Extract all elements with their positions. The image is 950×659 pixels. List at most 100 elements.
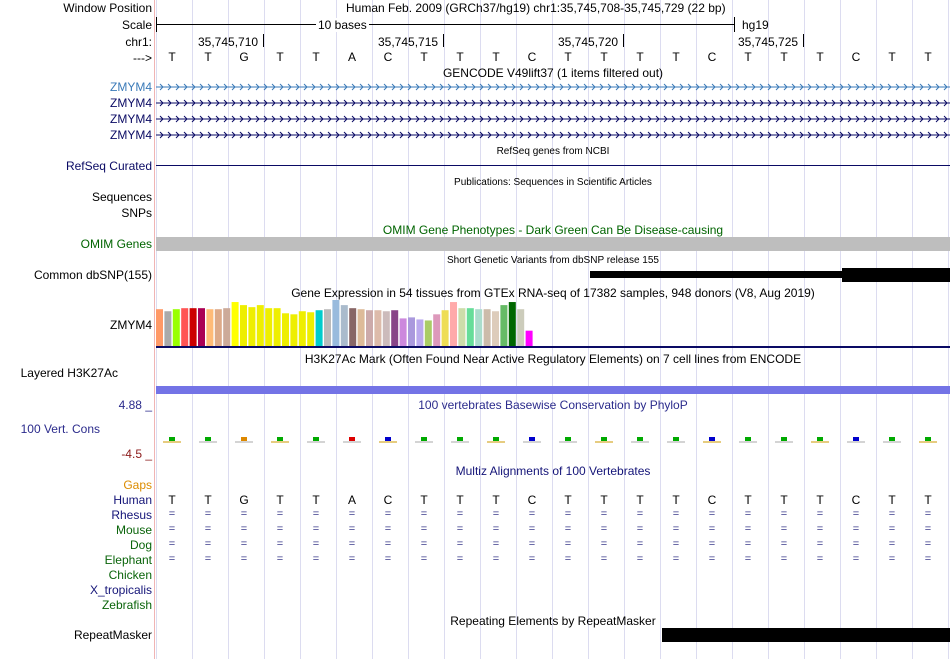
multiz-match: = — [312, 538, 320, 550]
gtex-tissue-bar — [332, 300, 340, 346]
refseq-label[interactable]: RefSeq Curated — [66, 159, 152, 173]
multiz-match: = — [204, 508, 212, 520]
multiz-match: = — [240, 508, 248, 520]
phylop-base-mark — [745, 437, 751, 441]
species-label[interactable]: X_tropicalis — [90, 583, 152, 597]
multiz-human-base: T — [636, 493, 644, 507]
phylop-base-mark — [781, 437, 787, 441]
coord-tick — [443, 34, 444, 47]
gtex-tissue-bar — [382, 311, 390, 346]
multiz-match: = — [852, 553, 860, 565]
multiz-match: = — [888, 523, 896, 535]
multiz-match: = — [456, 538, 464, 550]
multiz-match: = — [780, 553, 788, 565]
multiz-title: Multiz Alignments of 100 Vertebrates — [455, 464, 651, 478]
multiz-match: = — [636, 553, 644, 565]
gtex-tissue-bar — [240, 305, 247, 346]
multiz-match: = — [924, 523, 932, 535]
dbsnp-variant-bar[interactable] — [590, 271, 846, 278]
gtex-tissue-bar — [231, 302, 239, 346]
gencode-gene-label[interactable]: ZMYM4 — [110, 96, 152, 110]
multiz-match: = — [744, 508, 752, 520]
phylop-base-mark — [889, 437, 895, 441]
base-letter: T — [456, 50, 464, 64]
species-label[interactable]: Human — [113, 493, 152, 507]
species-label[interactable]: Chicken — [109, 568, 152, 582]
repeatmasker-block[interactable] — [662, 628, 950, 642]
multiz-match: = — [816, 523, 824, 535]
multiz-match: = — [780, 538, 788, 550]
coord-label: 35,745,720 — [558, 35, 619, 49]
multiz-human-base: T — [924, 493, 932, 507]
species-label[interactable]: Zebrafish — [102, 598, 152, 612]
dbsnp-label[interactable]: Common dbSNP(155) — [34, 268, 152, 282]
refseq-title: RefSeq genes from NCBI — [496, 146, 610, 157]
multiz-match: = — [384, 523, 392, 535]
gtex-tissue-bar — [450, 302, 457, 346]
phylop-min: -4.5 _ — [121, 447, 152, 461]
sequences-label[interactable]: Sequences — [92, 190, 152, 204]
repeatmasker-label[interactable]: RepeatMasker — [74, 628, 152, 642]
multiz-human-base: T — [168, 493, 176, 507]
dbsnp-title: Short Genetic Variants from dbSNP releas… — [447, 255, 659, 266]
gencode-transcripts[interactable] — [156, 80, 950, 140]
species-label[interactable]: Mouse — [116, 523, 152, 537]
gtex-tissue-bar — [298, 311, 306, 346]
gtex-tissue-bar — [206, 309, 214, 346]
scale-bar — [156, 24, 734, 25]
phylop-base-mark — [349, 437, 355, 441]
multiz-match: = — [456, 553, 464, 565]
phylop-base-mark — [421, 437, 427, 441]
gencode-title: GENCODE V49lift37 (1 items filtered out) — [442, 66, 664, 80]
multiz-match: = — [420, 508, 428, 520]
gaps-label: Gaps — [123, 478, 152, 492]
coord-label: 35,745,725 — [738, 35, 799, 49]
multiz-human-base: C — [527, 493, 537, 507]
phylop-logo[interactable] — [156, 428, 950, 450]
strand-label[interactable]: ---> — [133, 51, 152, 65]
snps-label[interactable]: SNPs — [121, 206, 152, 220]
gtex-chart[interactable] — [156, 298, 950, 350]
phylop-label[interactable]: 100 Vert. Cons — [21, 422, 100, 436]
base-letter: C — [383, 50, 393, 64]
chrom-label[interactable]: chr1: — [125, 35, 152, 49]
window-position-label[interactable]: Window Position — [63, 1, 152, 15]
multiz-match: = — [420, 538, 428, 550]
multiz-match: = — [276, 538, 284, 550]
refseq-gene-line[interactable] — [156, 165, 950, 166]
gtex-label[interactable]: ZMYM4 — [110, 318, 152, 332]
gencode-gene-label[interactable]: ZMYM4 — [110, 80, 152, 94]
multiz-match: = — [708, 538, 716, 550]
dbsnp-variant-block[interactable] — [842, 268, 950, 282]
base-letter: T — [564, 50, 572, 64]
species-label[interactable]: Rhesus — [111, 508, 152, 522]
phylop-base-mark — [637, 437, 643, 441]
multiz-match: = — [816, 553, 824, 565]
track-area[interactable]: Human Feb. 2009 (GRCh37/hg19) chr1:35,74… — [156, 0, 950, 659]
omim-gene-bar[interactable] — [156, 237, 950, 251]
gtex-tissue-bar — [466, 308, 474, 346]
scale-text: 10 bases — [316, 18, 369, 32]
scale-label[interactable]: Scale — [122, 18, 152, 32]
gencode-gene-label[interactable]: ZMYM4 — [110, 112, 152, 126]
repeatmasker-title: Repeating Elements by RepeatMasker — [450, 614, 656, 628]
multiz-match: = — [168, 553, 176, 565]
gtex-tissue-bar — [492, 311, 499, 346]
multiz-human-base: T — [492, 493, 500, 507]
multiz-match: = — [204, 553, 212, 565]
phylop-base-mark — [205, 437, 211, 441]
omim-label[interactable]: OMIM Genes — [81, 237, 152, 251]
multiz-human-base: C — [851, 493, 861, 507]
multiz-match: = — [924, 538, 932, 550]
gtex-tissue-bar — [525, 330, 533, 346]
multiz-match: = — [744, 538, 752, 550]
multiz-human-base: T — [888, 493, 896, 507]
species-label[interactable]: Dog — [130, 538, 152, 552]
track-labels: Window Position Scale chr1: ---> ZMYM4 Z… — [0, 0, 152, 659]
omim-title: OMIM Gene Phenotypes - Dark Green Can Be… — [382, 223, 724, 237]
gtex-tissue-bar — [248, 307, 256, 346]
h3k27ac-signal[interactable] — [156, 386, 950, 394]
gencode-gene-label[interactable]: ZMYM4 — [110, 128, 152, 142]
h3k27ac-label[interactable]: Layered H3K27Ac — [21, 366, 118, 380]
species-label[interactable]: Elephant — [105, 553, 152, 567]
